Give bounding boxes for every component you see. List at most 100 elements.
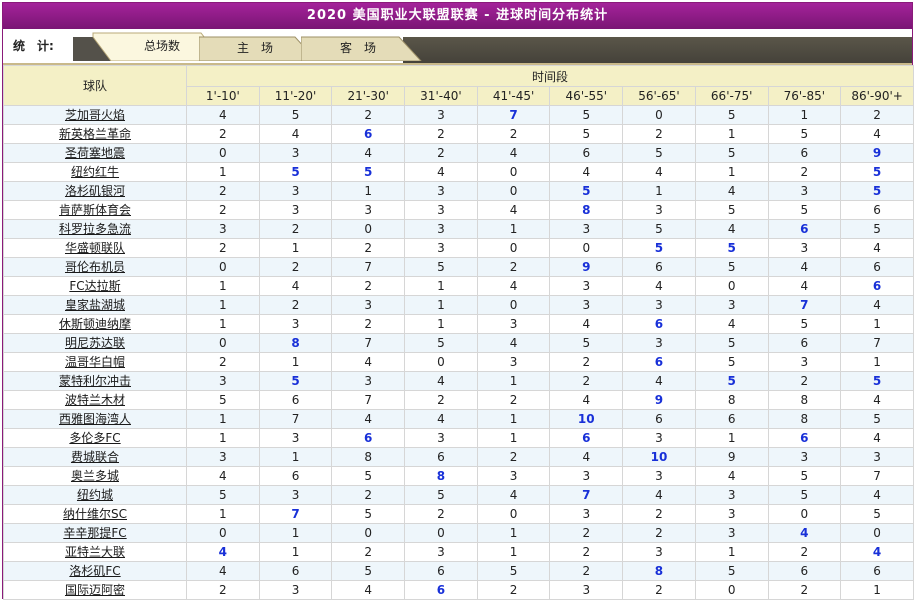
goal-count-cell: 5 xyxy=(622,219,696,239)
team-link[interactable]: 纽约城 xyxy=(3,485,187,505)
goal-count-cell: 1 xyxy=(767,105,842,125)
goal-count-cell: 2 xyxy=(840,105,914,125)
team-link[interactable]: 国际迈阿密 xyxy=(3,580,187,600)
goal-count-cell: 5 xyxy=(767,200,842,220)
goal-count-cell: 5 xyxy=(331,466,406,486)
goal-count-cell: 5 xyxy=(840,181,914,201)
goal-count-cell: 2 xyxy=(622,523,696,543)
team-link[interactable]: 纽约红牛 xyxy=(3,162,187,182)
team-link[interactable]: 新英格兰革命 xyxy=(3,124,187,144)
team-link[interactable]: 辛辛那提FC xyxy=(3,523,187,543)
team-link[interactable]: 洛杉矶FC xyxy=(3,561,187,581)
period-header: 86'-90'+ xyxy=(840,86,914,106)
team-link[interactable]: 纳什维尔SC xyxy=(3,504,187,524)
team-link[interactable]: 温哥华白帽 xyxy=(3,352,187,372)
goal-count-cell: 1 xyxy=(258,352,333,372)
goal-count-cell: 5 xyxy=(840,504,914,524)
table-row: 奥兰多城 4 6 5 8 3 3 3 4 5 7 xyxy=(3,466,914,486)
table-row: 洛杉矶FC 4 6 5 6 5 2 8 5 6 6 xyxy=(3,561,914,581)
team-link[interactable]: 圣荷塞地震 xyxy=(3,143,187,163)
table-row: 费城联合 3 1 8 6 2 4 10 9 3 3 xyxy=(3,447,914,467)
goal-count-cell: 0 xyxy=(404,352,478,372)
table-row: 波特兰木材 5 6 7 2 2 4 9 8 8 4 xyxy=(3,390,914,410)
team-link[interactable]: 哥伦布机员 xyxy=(3,257,187,277)
goal-count-cell: 5 xyxy=(476,561,551,581)
goal-count-cell: 2 xyxy=(767,162,842,182)
team-link[interactable]: 奥兰多城 xyxy=(3,466,187,486)
goal-count-cell: 5 xyxy=(404,485,478,505)
goal-count-cell: 4 xyxy=(476,485,551,505)
goal-count-cell: 1 xyxy=(840,352,914,372)
table-row: 圣荷塞地震 0 3 4 2 4 6 5 5 6 9 xyxy=(3,143,914,163)
team-link[interactable]: 肯萨斯体育会 xyxy=(3,200,187,220)
goal-count-cell: 2 xyxy=(186,124,260,144)
goal-count-cell: 1 xyxy=(476,523,551,543)
goal-count-cell: 9 xyxy=(622,390,696,410)
goal-count-cell: 4 xyxy=(694,314,769,334)
period-header: 56'-65' xyxy=(622,86,696,106)
goal-count-cell: 0 xyxy=(476,295,551,315)
goal-count-cell: 6 xyxy=(549,428,624,448)
goal-count-cell: 5 xyxy=(549,333,624,353)
team-link[interactable]: 明尼苏达联 xyxy=(3,333,187,353)
team-link[interactable]: 亚特兰大联 xyxy=(3,542,187,562)
team-link[interactable]: 洛杉矶银河 xyxy=(3,181,187,201)
goal-count-cell: 6 xyxy=(622,352,696,372)
goal-count-cell: 6 xyxy=(694,409,769,429)
goal-count-cell: 4 xyxy=(186,105,260,125)
goal-count-cell: 1 xyxy=(186,162,260,182)
goal-count-cell: 4 xyxy=(404,409,478,429)
team-link[interactable]: 西雅图海湾人 xyxy=(3,409,187,429)
goal-count-cell: 5 xyxy=(549,181,624,201)
goal-count-cell: 0 xyxy=(476,162,551,182)
goal-count-cell: 1 xyxy=(186,276,260,296)
goal-count-cell: 3 xyxy=(549,219,624,239)
goal-count-cell: 3 xyxy=(186,219,260,239)
goal-count-cell: 1 xyxy=(840,314,914,334)
table-row: 华盛顿联队 2 1 2 3 0 0 5 5 3 4 xyxy=(3,238,914,258)
goal-count-cell: 5 xyxy=(549,124,624,144)
team-link[interactable]: 科罗拉多急流 xyxy=(3,219,187,239)
team-link[interactable]: 皇家盐湖城 xyxy=(3,295,187,315)
period-header: 76'-85' xyxy=(767,86,842,106)
goal-count-cell: 4 xyxy=(186,561,260,581)
goal-count-cell: 2 xyxy=(331,276,406,296)
goal-count-cell: 7 xyxy=(331,257,406,277)
period-header: 1'-10' xyxy=(186,86,260,106)
goal-count-cell: 5 xyxy=(331,561,406,581)
goal-count-cell: 2 xyxy=(258,295,333,315)
goal-count-cell: 1 xyxy=(694,162,769,182)
goal-count-cell: 2 xyxy=(258,257,333,277)
goal-count-cell: 0 xyxy=(476,504,551,524)
team-link[interactable]: 蒙特利尔冲击 xyxy=(3,371,187,391)
goal-count-cell: 2 xyxy=(331,485,406,505)
table-row: 科罗拉多急流 3 2 0 3 1 3 5 4 6 5 xyxy=(3,219,914,239)
team-link[interactable]: 波特兰木材 xyxy=(3,390,187,410)
goal-count-cell: 1 xyxy=(622,181,696,201)
goal-count-cell: 0 xyxy=(331,523,406,543)
goal-count-cell: 3 xyxy=(694,504,769,524)
goal-count-cell: 3 xyxy=(404,238,478,258)
team-link[interactable]: 芝加哥火焰 xyxy=(3,105,187,125)
goal-count-cell: 3 xyxy=(331,295,406,315)
goal-count-cell: 5 xyxy=(694,200,769,220)
stats-panel: 2020 美国职业大联盟联赛 - 进球时间分布统计 统 计: 总场数 主 场 客… xyxy=(2,2,914,600)
tab-away-label: 客 场 xyxy=(339,41,376,55)
team-link[interactable]: 华盛顿联队 xyxy=(3,238,187,258)
goal-count-cell: 4 xyxy=(622,371,696,391)
goal-count-cell: 1 xyxy=(476,428,551,448)
tab-away[interactable]: 客 场 xyxy=(301,31,423,61)
team-link[interactable]: 多伦多FC xyxy=(3,428,187,448)
goal-count-cell: 5 xyxy=(404,257,478,277)
team-link[interactable]: FC达拉斯 xyxy=(3,276,187,296)
table-row: 亚特兰大联 4 1 2 3 1 2 3 1 2 4 xyxy=(3,542,914,562)
goal-count-cell: 4 xyxy=(476,276,551,296)
goal-count-cell: 8 xyxy=(767,409,842,429)
goal-count-cell: 1 xyxy=(476,542,551,562)
team-link[interactable]: 休斯顿迪纳摩 xyxy=(3,314,187,334)
goal-count-cell: 9 xyxy=(840,143,914,163)
team-link[interactable]: 费城联合 xyxy=(3,447,187,467)
goal-count-cell: 3 xyxy=(622,333,696,353)
goal-count-cell: 0 xyxy=(186,143,260,163)
goal-count-cell: 1 xyxy=(331,181,406,201)
